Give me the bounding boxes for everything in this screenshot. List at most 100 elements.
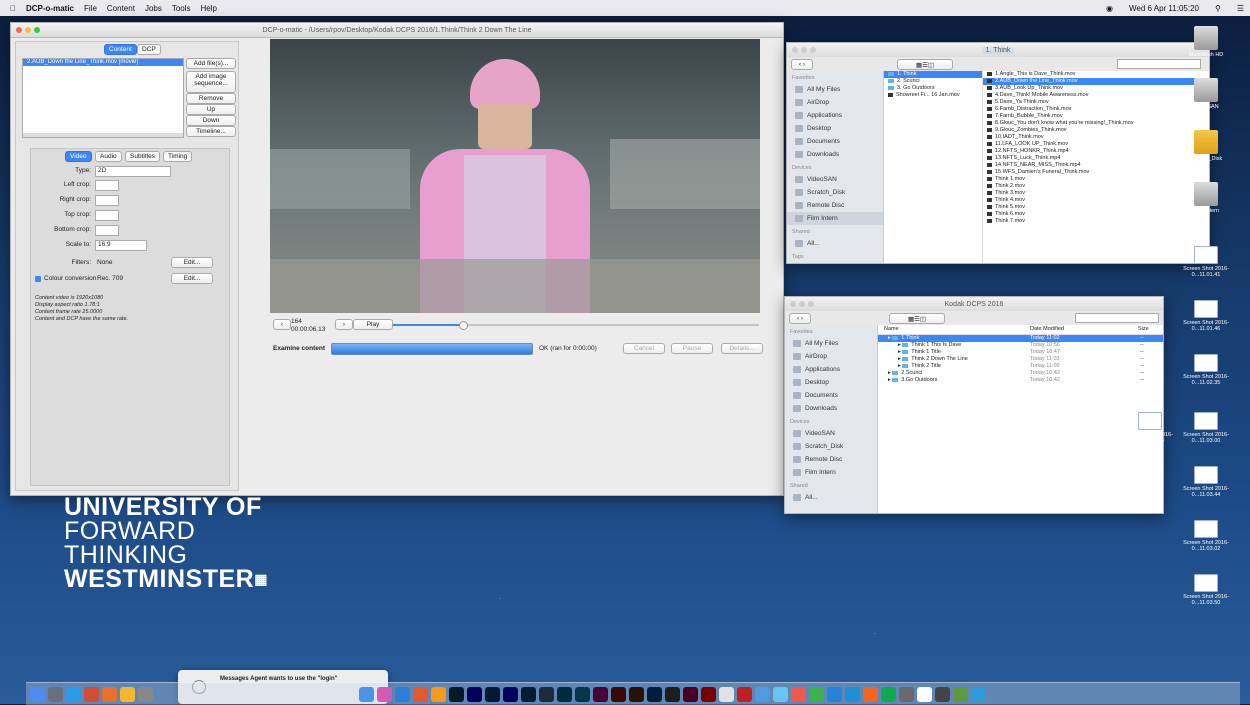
list-item[interactable]: 3. Go Outdoors <box>884 85 982 92</box>
sidebar-item-documents[interactable]: Documents <box>785 389 877 402</box>
sidebar-item-videosan[interactable]: VideoSAN <box>785 427 877 440</box>
down-button[interactable]: Down <box>186 115 236 126</box>
dock-app-icon[interactable] <box>66 686 81 702</box>
sidebar-item-desktop[interactable]: Desktop <box>785 376 877 389</box>
sidebar-item-film-intern[interactable]: Film Intern <box>787 212 883 225</box>
table-row[interactable]: ▸ 2.Scunci Today 10:42 -- <box>878 370 1163 377</box>
dock-app-icon[interactable] <box>917 686 932 702</box>
back-forward-button[interactable]: ‹ › <box>791 59 813 70</box>
list-item[interactable]: Think 7.mov <box>983 218 1209 225</box>
screenshot-desktop-icon[interactable]: Screen Shot 2016-0...11.03.44 <box>1176 466 1236 498</box>
dock-app-icon[interactable] <box>413 686 428 702</box>
dock-app-icon[interactable] <box>48 686 63 702</box>
sidebar-item-all-my-files[interactable]: All My Files <box>787 83 883 96</box>
tab-subtitles[interactable]: Subtitles <box>125 151 160 162</box>
drive-desktop-icon[interactable]: Film Intern <box>1176 182 1236 214</box>
colour-edit-button[interactable]: Edit... <box>171 273 213 284</box>
table-row[interactable]: ▸ Think 2 Down The Line Today 11:03 -- <box>878 356 1163 363</box>
menu-help[interactable]: Help <box>201 4 217 13</box>
drive-desktop-icon[interactable]: Macintosh HD <box>1176 26 1236 58</box>
disclosure-triangle-icon[interactable]: ▸ <box>882 349 902 355</box>
filters-edit-button[interactable]: Edit... <box>171 257 213 268</box>
colour-conversion-checkbox[interactable] <box>35 276 41 282</box>
job-details-button[interactable]: Details... <box>721 343 763 354</box>
back-frame-button[interactable]: ‹ <box>273 319 291 330</box>
tab-timing[interactable]: Timing <box>163 151 193 162</box>
screenshot-desktop-icon[interactable]: Screen Shot 2016-0...11.03.00 <box>1176 412 1236 444</box>
dock-app-icon[interactable] <box>449 686 464 702</box>
right-crop-field[interactable] <box>95 195 119 206</box>
dock-app-icon[interactable] <box>102 686 117 702</box>
dock-app-icon[interactable] <box>881 686 896 702</box>
dock-app-icon[interactable] <box>791 686 806 702</box>
dock-app-icon[interactable] <box>719 686 734 702</box>
table-row[interactable]: ▸ 1.Think Today 11:02 -- <box>878 335 1163 342</box>
bottom-crop-field[interactable] <box>95 225 119 236</box>
apple-icon[interactable]:  <box>10 4 16 13</box>
disclosure-triangle-icon[interactable]: ▸ <box>882 335 892 341</box>
screenshot-desktop-icon[interactable]: Screen Shot 2016-0...11.03.50 <box>1176 574 1236 606</box>
sidebar-item-scratch-disk[interactable]: Scratch_Disk <box>787 186 883 199</box>
sidebar-item-film-intern[interactable]: Film Intern <box>785 466 877 479</box>
window-controls[interactable] <box>16 27 40 33</box>
list-item[interactable]: 1. Think <box>884 71 982 78</box>
list-item[interactable]: Showreel Fi... 16 Jan.mov <box>884 92 982 99</box>
sidebar-item-all-shared[interactable]: All... <box>785 491 877 504</box>
sidebar-item-all-my-files[interactable]: All My Files <box>785 337 877 350</box>
view-options-button[interactable]: ▦☰◫ <box>889 313 945 324</box>
sidebar-item-applications[interactable]: Applications <box>785 363 877 376</box>
dock-app-icon[interactable] <box>863 686 878 702</box>
menu-app-name[interactable]: DCP-o-matic <box>26 4 74 13</box>
dock-app-icon[interactable] <box>593 686 608 702</box>
content-list-scrollbar[interactable] <box>23 133 183 137</box>
table-row[interactable]: ▸ 3.Go Outdoors Today 10:42 -- <box>878 377 1163 384</box>
finder1-search-field[interactable] <box>1117 59 1201 69</box>
sidebar-item-downloads[interactable]: Downloads <box>787 148 883 161</box>
dock-app-icon[interactable] <box>138 686 153 702</box>
tab-content[interactable]: Content <box>104 44 137 55</box>
sidebar-item-remote-disc[interactable]: Remote Disc <box>787 199 883 212</box>
dock-app-icon[interactable] <box>755 686 770 702</box>
dock-app-icon[interactable] <box>683 686 698 702</box>
list-item[interactable]: 8.Glouc_You don't know what you're missi… <box>983 120 1209 127</box>
tab-audio[interactable]: Audio <box>95 151 122 162</box>
menu-content[interactable]: Content <box>107 4 135 13</box>
dock-app-icon[interactable] <box>120 686 135 702</box>
drive-desktop-icon[interactable]: Scratch_Disk <box>1176 130 1236 162</box>
job-cancel-button[interactable]: Cancel <box>623 343 665 354</box>
dock-app-icon[interactable] <box>971 686 986 702</box>
disclosure-triangle-icon[interactable]: ▸ <box>882 377 892 383</box>
remove-button[interactable]: Remove <box>186 93 236 104</box>
list-item[interactable]: 14.NFTS_NEAR_MISS_Think.mp4 <box>983 162 1209 169</box>
dock-app-icon[interactable] <box>485 686 500 702</box>
dock-app-icon[interactable] <box>935 686 950 702</box>
screenshot-desktop-icon[interactable]: Screen Shot 2016-0...11.03.02 <box>1176 520 1236 552</box>
screenshot-desktop-icon[interactable]: Screen Shot 2016-0...11.03.06 <box>1120 412 1180 444</box>
window-controls[interactable] <box>790 301 814 307</box>
menu-jobs[interactable]: Jobs <box>145 4 162 13</box>
disclosure-triangle-icon[interactable]: ▸ <box>882 370 892 376</box>
dock-app-icon[interactable] <box>953 686 968 702</box>
back-forward-button[interactable]: ‹ › <box>789 313 811 324</box>
list-item[interactable]: 1.Angle_This is Dave_Think.mov <box>983 71 1209 78</box>
dock-app-icon[interactable] <box>647 686 662 702</box>
content-list[interactable]: 2.AUB_Down the Line_Think.mov [movie] <box>22 58 184 138</box>
finder2-search-field[interactable] <box>1075 313 1159 323</box>
sidebar-item-scratch-disk[interactable]: Scratch_Disk <box>785 440 877 453</box>
play-button[interactable]: Play <box>353 319 393 330</box>
playback-slider[interactable] <box>393 321 759 330</box>
table-row[interactable]: ▸ Think 1 Title Today 10:47 -- <box>878 349 1163 356</box>
dock-app-icon[interactable] <box>773 686 788 702</box>
dock-app-icon[interactable] <box>827 686 842 702</box>
dock-app-icon[interactable] <box>84 686 99 702</box>
dock-app-icon[interactable] <box>539 686 554 702</box>
scale-select[interactable]: 16:9 <box>95 240 147 251</box>
sidebar-item-downloads[interactable]: Downloads <box>785 402 877 415</box>
sidebar-item-videosan[interactable]: VideoSAN <box>787 173 883 186</box>
sidebar-item-airdrop[interactable]: AirDrop <box>787 96 883 109</box>
dock-app-icon[interactable] <box>845 686 860 702</box>
wifi-icon[interactable]: ◉ <box>1106 4 1113 13</box>
disclosure-triangle-icon[interactable]: ▸ <box>882 342 902 348</box>
list-item[interactable]: 7.Farnb_Bubble_Think.mov <box>983 113 1209 120</box>
list-item[interactable]: 15.WFS_Damien's Funeral_Think.mov <box>983 169 1209 176</box>
